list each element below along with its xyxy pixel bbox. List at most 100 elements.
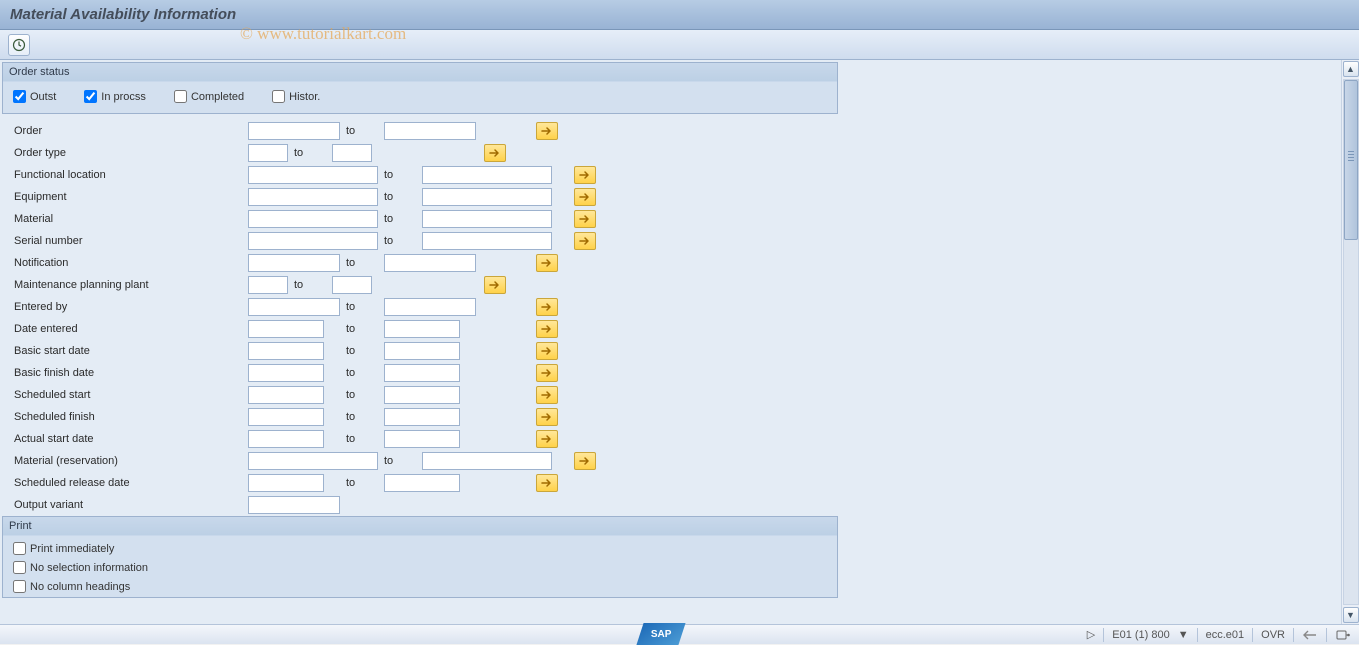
maint_plant-to-input[interactable]: [332, 276, 372, 294]
basic_finish-multiple-selection-button[interactable]: [536, 364, 558, 382]
entered_by-row: Entered byto: [2, 296, 838, 318]
sched_start-to-input[interactable]: [384, 386, 460, 404]
sap-logo: SAP: [636, 623, 685, 645]
scroll-thumb[interactable]: [1344, 80, 1358, 240]
status-dropdown-icon[interactable]: ▼: [1178, 629, 1189, 641]
date_entered-to-input[interactable]: [384, 320, 460, 338]
print-immediately-checkbox[interactable]: Print immediately: [13, 542, 827, 555]
sched_finish-to-input[interactable]: [384, 408, 460, 426]
scroll-down-button[interactable]: ▼: [1343, 607, 1359, 623]
arrow-right-icon: [541, 302, 553, 312]
histor-label: Histor.: [289, 91, 320, 103]
sched_start-multiple-selection-button[interactable]: [536, 386, 558, 404]
no-selection-checkbox[interactable]: No selection information: [13, 561, 827, 574]
completed-checkbox[interactable]: Completed: [174, 90, 244, 103]
output_variant-label: Output variant: [2, 499, 248, 511]
sched_release-to-input[interactable]: [384, 474, 460, 492]
arrow-right-icon: [489, 280, 501, 290]
outst-checkbox-input[interactable]: [13, 90, 26, 103]
sched_release-label: Scheduled release date: [2, 477, 248, 489]
maint_plant-multiple-selection-button[interactable]: [484, 276, 506, 294]
to-label: to: [340, 367, 384, 379]
actual_start-from-input[interactable]: [248, 430, 324, 448]
sched_start-from-input[interactable]: [248, 386, 324, 404]
material-from-input[interactable]: [248, 210, 378, 228]
basic_finish-from-input[interactable]: [248, 364, 324, 382]
print-immediately-input[interactable]: [13, 542, 26, 555]
sched_finish-from-input[interactable]: [248, 408, 324, 426]
equipment-multiple-selection-button[interactable]: [574, 188, 596, 206]
entered_by-to-input[interactable]: [384, 298, 476, 316]
execute-button[interactable]: [8, 34, 30, 56]
outst-checkbox[interactable]: Outst: [13, 90, 56, 103]
basic_finish-label: Basic finish date: [2, 367, 248, 379]
order_type-to-input[interactable]: [332, 144, 372, 162]
serial_number-from-input[interactable]: [248, 232, 378, 250]
basic_finish-to-input[interactable]: [384, 364, 460, 382]
vertical-scrollbar[interactable]: ▲ ▼: [1341, 60, 1359, 624]
actual_start-label: Actual start date: [2, 433, 248, 445]
scroll-track[interactable]: [1343, 79, 1359, 605]
status-triangle-icon[interactable]: ▷: [1087, 628, 1095, 641]
status-settings-icon[interactable]: [1335, 628, 1351, 642]
basic_start-multiple-selection-button[interactable]: [536, 342, 558, 360]
histor-checkbox[interactable]: Histor.: [272, 90, 320, 103]
functional_location-to-input[interactable]: [422, 166, 552, 184]
entered_by-multiple-selection-button[interactable]: [536, 298, 558, 316]
actual_start-multiple-selection-button[interactable]: [536, 430, 558, 448]
sched_finish-multiple-selection-button[interactable]: [536, 408, 558, 426]
serial_number-to-input[interactable]: [422, 232, 552, 250]
maint_plant-from-input[interactable]: [248, 276, 288, 294]
histor-checkbox-input[interactable]: [272, 90, 285, 103]
in-process-checkbox-input[interactable]: [84, 90, 97, 103]
basic_start-to-input[interactable]: [384, 342, 460, 360]
no-selection-input[interactable]: [13, 561, 26, 574]
to-label: to: [340, 125, 384, 137]
to-label: to: [340, 257, 384, 269]
material_res-to-input[interactable]: [422, 452, 552, 470]
serial_number-multiple-selection-button[interactable]: [574, 232, 596, 250]
sched_start-label: Scheduled start: [2, 389, 248, 401]
sched_release-from-input[interactable]: [248, 474, 324, 492]
equipment-to-input[interactable]: [422, 188, 552, 206]
arrow-right-icon: [541, 368, 553, 378]
status-back-icon[interactable]: [1302, 628, 1318, 642]
no-selection-label: No selection information: [30, 562, 148, 574]
material_res-from-input[interactable]: [248, 452, 378, 470]
date_entered-multiple-selection-button[interactable]: [536, 320, 558, 338]
entered_by-from-input[interactable]: [248, 298, 340, 316]
to-label: to: [340, 301, 384, 313]
notification-from-input[interactable]: [248, 254, 340, 272]
equipment-from-input[interactable]: [248, 188, 378, 206]
no-headings-input[interactable]: [13, 580, 26, 593]
no-headings-checkbox[interactable]: No column headings: [13, 580, 827, 593]
date_entered-from-input[interactable]: [248, 320, 324, 338]
selection-fields: OrdertoOrder typetoFunctional locationto…: [0, 114, 840, 516]
order-to-input[interactable]: [384, 122, 476, 140]
order-from-input[interactable]: [248, 122, 340, 140]
clock-execute-icon: [12, 38, 26, 52]
sched_release-multiple-selection-button[interactable]: [536, 474, 558, 492]
material-to-input[interactable]: [422, 210, 552, 228]
order_type-from-input[interactable]: [248, 144, 288, 162]
notification-to-input[interactable]: [384, 254, 476, 272]
actual_start-to-input[interactable]: [384, 430, 460, 448]
maint_plant-row: Maintenance planning plantto: [2, 274, 838, 296]
date_entered-row: Date enteredto: [2, 318, 838, 340]
completed-checkbox-input[interactable]: [174, 90, 187, 103]
statusbar: SAP ▷ E01 (1) 800 ▼ ecc.e01 OVR: [0, 624, 1359, 644]
scroll-up-button[interactable]: ▲: [1343, 61, 1359, 77]
functional_location-multiple-selection-button[interactable]: [574, 166, 596, 184]
basic_start-from-input[interactable]: [248, 342, 324, 360]
to-label: to: [340, 345, 384, 357]
notification-multiple-selection-button[interactable]: [536, 254, 558, 272]
material-multiple-selection-button[interactable]: [574, 210, 596, 228]
material_res-multiple-selection-button[interactable]: [574, 452, 596, 470]
functional_location-from-input[interactable]: [248, 166, 378, 184]
order_type-multiple-selection-button[interactable]: [484, 144, 506, 162]
order-label: Order: [2, 125, 248, 137]
order-status-group: Order status Outst In procss: [2, 62, 838, 114]
order-multiple-selection-button[interactable]: [536, 122, 558, 140]
output_variant-from-input[interactable]: [248, 496, 340, 514]
in-process-checkbox[interactable]: In procss: [84, 90, 146, 103]
